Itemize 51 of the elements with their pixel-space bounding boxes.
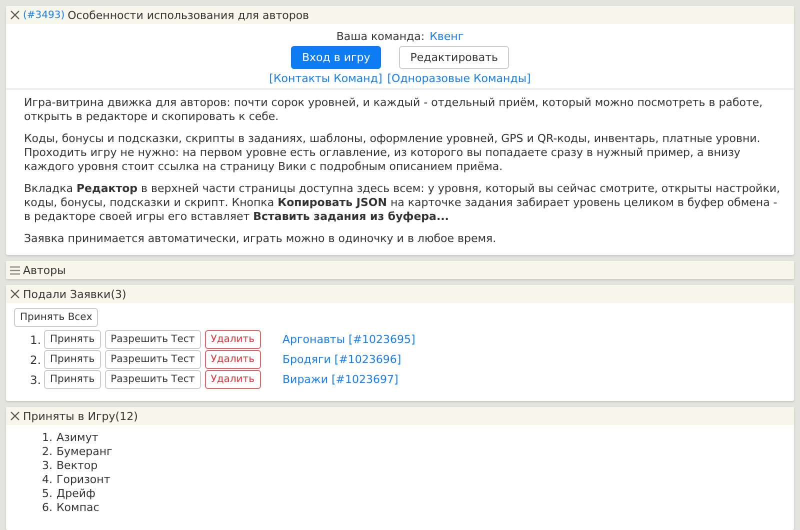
allow-test-button[interactable]: Разрешить Тест — [104, 350, 201, 369]
list-number: 1. — [42, 431, 52, 445]
team-name: Вектор — [56, 459, 98, 473]
accept-button[interactable]: Принять — [44, 330, 101, 349]
row-number: 1. — [30, 332, 40, 346]
panel-header[interactable]: Авторы — [6, 261, 794, 279]
team-name: Компас — [56, 501, 100, 515]
panel-header[interactable]: (#3493) Особенности использования для авторов — [6, 6, 794, 24]
description-paragraph: Вкладка Редактор в верхней части страницы доступна здесь всем: у уровня, который вы сейчас смотрите, открыты настройки, коды, бонусы, подсказки и скрипт. Кнопка Копировать JSON на карточке задания забирает уровень целиком в буфер обмена - в редакторе своей игры его вставляет Вставить задания из буфера... — [24, 182, 781, 224]
menu-icon[interactable] — [10, 266, 20, 274]
team-name: Азимут — [56, 431, 98, 445]
team-label: Ваша команда: — [336, 30, 425, 43]
description-paragraph: Заявка принимается автоматически, играть можно в одиночку и в любое время. — [24, 232, 498, 246]
description-paragraph: Игра-витрина движка для авторов: почти сорок уровней, и каждый - отдельный приём, который можно посмотреть в работе, открыть в редакторе и скопировать к себе. — [24, 96, 764, 124]
close-icon[interactable] — [10, 411, 20, 421]
team-link[interactable]: Квенг — [430, 30, 464, 43]
enter-game-button[interactable]: Вход в игру — [290, 46, 382, 69]
list-number: 2. — [42, 445, 52, 459]
description-paragraph: Коды, бонусы и подсказки, скрипты в заданиях, шаблоны, оформление уровней, GPS и QR-коды, инвентарь, платные уровни. Проходить игру не нужно: на первом уровне есть оглавление, из которого вы попадаете сразу в нужный пример, а внизу каждого уровня стоит ссылка на страницу Вики с подробным описанием приёма. — [24, 132, 762, 174]
list-number: 5. — [42, 487, 52, 501]
panel-title: Приняты в Игру(12) — [23, 410, 138, 422]
team-name: Дрейф — [56, 487, 96, 501]
accept-button[interactable]: Принять — [44, 350, 101, 369]
team-name: Бумеранг — [56, 445, 112, 459]
allow-test-button[interactable]: Разрешить Тест — [104, 370, 201, 389]
team-link[interactable]: Бродяги [#1023696] — [282, 353, 402, 366]
team-name: Горизонт — [56, 473, 110, 487]
team-link[interactable]: Аргонавты [#1023695] — [282, 333, 416, 346]
edit-button[interactable]: Редактировать — [399, 46, 510, 69]
panel-title: Авторы — [23, 264, 66, 276]
team-link[interactable]: [Контакты Команд] — [269, 72, 382, 85]
close-icon[interactable] — [10, 289, 20, 299]
row-number: 2. — [30, 352, 40, 366]
close-icon[interactable] — [10, 10, 20, 20]
panel-title: Подали Заявки(3) — [23, 288, 126, 300]
delete-button[interactable]: Удалить — [204, 330, 260, 349]
team-link[interactable]: Виражи [#1023697] — [282, 373, 398, 386]
list-number: 4. — [42, 473, 52, 487]
accept-all-button[interactable]: Принять Всех — [14, 308, 98, 327]
row-number: 3. — [30, 372, 40, 386]
list-number: 3. — [42, 459, 52, 473]
list-number: 6. — [42, 501, 52, 515]
game-id[interactable]: (#3493) — [23, 10, 65, 20]
delete-button[interactable]: Удалить — [204, 350, 260, 369]
delete-button[interactable]: Удалить — [204, 370, 260, 389]
team-link[interactable]: [Одноразовые Команды] — [387, 72, 531, 85]
allow-test-button[interactable]: Разрешить Тест — [104, 330, 201, 349]
panel-header[interactable]: Приняты в Игру(12) — [6, 407, 794, 425]
panel-header[interactable]: Подали Заявки(3) — [6, 285, 794, 303]
accept-button[interactable]: Принять — [44, 370, 101, 389]
panel-title: Особенности использования для авторов — [68, 8, 310, 22]
